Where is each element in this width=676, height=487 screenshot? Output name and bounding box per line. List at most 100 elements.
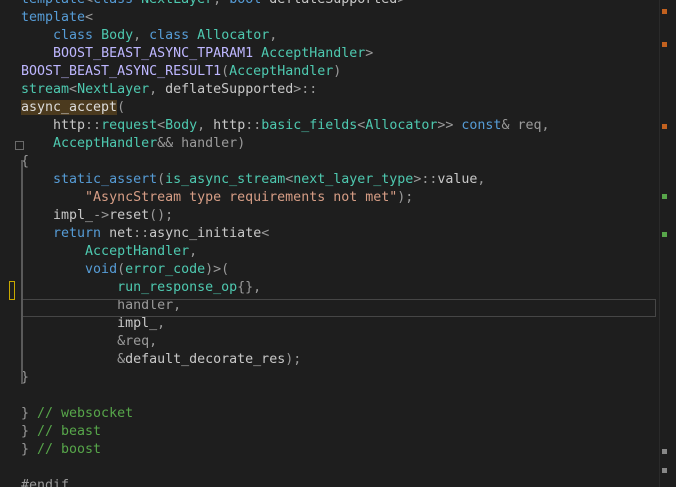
code-line[interactable]: return net::async_initiate<: [21, 225, 269, 243]
code-line[interactable]: void(error_code)>(: [21, 261, 229, 279]
code-token: bool: [229, 0, 269, 7]
code-editor[interactable]: template<class NextLayer, bool deflateSu…: [0, 0, 660, 487]
code-token: }: [21, 406, 38, 421]
code-token: )>(: [205, 262, 230, 277]
code-line[interactable]: run_response_op{},: [21, 279, 261, 297]
code-token: >::: [413, 172, 438, 187]
code-token: // websocket: [37, 406, 134, 421]
code-token: handler: [181, 136, 238, 151]
vertical-scrollbar[interactable]: [659, 0, 676, 487]
code-token: class: [93, 0, 141, 7]
change-marker: [9, 281, 15, 300]
code-token: &&: [157, 136, 182, 151]
code-token: Body: [101, 28, 134, 43]
current-line-highlight: [21, 299, 656, 317]
code-token: NextLayer: [141, 0, 213, 7]
code-line[interactable]: } // beast: [21, 423, 101, 441]
code-line[interactable]: template<class NextLayer, bool deflateSu…: [21, 0, 405, 9]
code-token: deflateSupported: [269, 0, 397, 7]
code-token: NextLayer: [77, 82, 150, 97]
code-token: ->: [93, 208, 110, 223]
scroll-marker: [662, 449, 667, 454]
code-token: ,: [213, 0, 229, 7]
fold-toggle[interactable]: [15, 141, 24, 150]
code-token: ,: [477, 172, 486, 187]
code-token: is_async_stream: [165, 172, 286, 187]
code-line[interactable]: class Body, class Allocator,: [21, 27, 277, 45]
code-token: return: [53, 226, 110, 241]
code-line[interactable]: #endif: [21, 477, 69, 487]
code-token: impl_: [21, 208, 94, 223]
code-token: <: [157, 118, 166, 133]
fold-guide: [21, 160, 23, 384]
code-token: BOOST_BEAST_ASYNC_TPARAM1: [53, 46, 262, 61]
scroll-marker: [662, 124, 667, 129]
scroll-marker: [662, 468, 667, 473]
code-token: <: [69, 82, 78, 97]
code-token: // beast: [37, 424, 102, 439]
code-line[interactable]: AcceptHandler&& handler): [21, 135, 245, 153]
code-token: BOOST_BEAST_ASYNC_RESULT1: [21, 64, 222, 79]
code-token: default_decorate_res: [125, 352, 286, 367]
code-token: ,: [157, 316, 166, 331]
code-line[interactable]: impl_->reset();: [21, 207, 173, 225]
code-token: async_initiate: [149, 226, 262, 241]
code-token: );: [285, 352, 302, 367]
code-line[interactable]: &req,: [21, 333, 157, 351]
code-token: >: [397, 0, 405, 7]
code-line[interactable]: BOOST_BEAST_ASYNC_RESULT1(AcceptHandler): [21, 63, 341, 81]
code-line[interactable]: } // boost: [21, 441, 101, 459]
code-token: &: [501, 118, 518, 133]
code-token: <: [261, 226, 270, 241]
code-line[interactable]: impl_,: [21, 315, 165, 333]
code-token: value: [437, 172, 478, 187]
code-line[interactable]: async_accept(: [21, 99, 125, 117]
code-token: &: [117, 334, 126, 349]
code-token: async_accept: [21, 100, 118, 115]
code-line[interactable]: BOOST_BEAST_ASYNC_TPARAM1 AcceptHandler>: [21, 45, 373, 63]
code-token: &: [117, 352, 126, 367]
scroll-marker: [662, 42, 667, 47]
code-line[interactable]: "AsyncStream type requirements not met")…: [21, 189, 413, 207]
code-line[interactable]: stream<NextLayer, deflateSupported>::: [21, 81, 317, 99]
code-line[interactable]: template<: [21, 9, 93, 27]
code-token: ::: [85, 118, 102, 133]
code-token: (: [221, 64, 230, 79]
code-token: AcceptHandler: [229, 64, 334, 79]
code-token: req: [125, 334, 150, 349]
code-line[interactable]: AcceptHandler,: [21, 243, 197, 261]
code-token: ): [237, 136, 246, 151]
code-token: >: [365, 46, 374, 61]
code-token: request: [101, 118, 158, 133]
code-token: ,: [197, 118, 214, 133]
code-token: ,: [133, 28, 150, 43]
code-line[interactable]: http::request<Body, http::basic_fields<A…: [21, 117, 549, 135]
code-token: Allocator: [365, 118, 438, 133]
code-line[interactable]: } // websocket: [21, 405, 133, 423]
code-token: (: [157, 172, 166, 187]
code-token: error_code: [125, 262, 206, 277]
code-line[interactable]: static_assert(is_async_stream<next_layer…: [21, 171, 485, 189]
code-token: net: [109, 226, 134, 241]
code-token: ,: [269, 28, 278, 43]
code-token: ::: [133, 226, 150, 241]
code-token: (: [117, 262, 126, 277]
code-token: run_response_op: [117, 280, 238, 295]
scroll-marker: [662, 232, 667, 237]
code-token: {},: [237, 280, 262, 295]
code-token: >>: [437, 118, 462, 133]
code-line[interactable]: &default_decorate_res);: [21, 351, 301, 369]
code-token: impl_: [21, 316, 158, 331]
code-token: ::: [245, 118, 262, 133]
code-token: "AsyncStream type requirements not met": [85, 190, 398, 205]
code-token: class: [53, 28, 102, 43]
